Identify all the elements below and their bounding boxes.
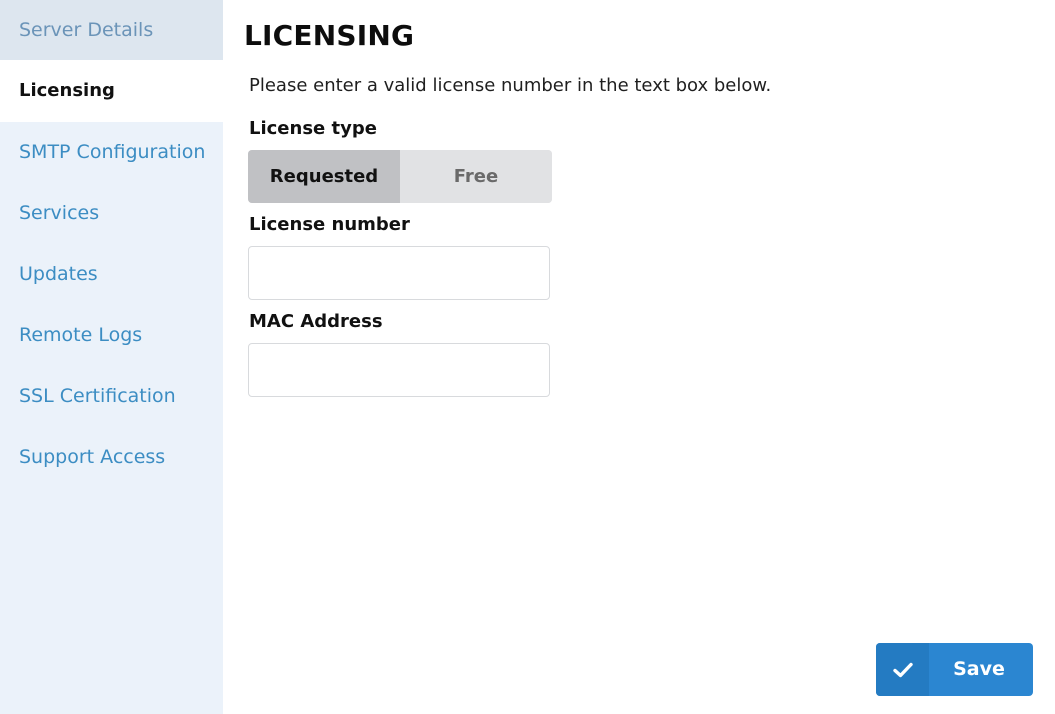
save-button-label: Save <box>953 658 1005 680</box>
sidebar-item-remote-logs[interactable]: Remote Logs <box>0 305 223 366</box>
sidebar-item-updates[interactable]: Updates <box>0 244 223 305</box>
license-number-input[interactable] <box>248 246 550 300</box>
intro-text: Please enter a valid license number in t… <box>249 75 772 96</box>
license-type-option-free[interactable]: Free <box>400 150 552 203</box>
license-number-label: License number <box>249 214 410 235</box>
sidebar-item-services[interactable]: Services <box>0 183 223 244</box>
license-type-option-requested[interactable]: Requested <box>248 150 400 203</box>
license-type-toggle: Requested Free <box>248 150 552 203</box>
sidebar-item-licensing[interactable]: Licensing <box>0 60 223 122</box>
mac-address-input[interactable] <box>248 343 550 397</box>
sidebar-item-ssl-certification[interactable]: SSL Certification <box>0 366 223 427</box>
license-type-label: License type <box>249 118 377 139</box>
sidebar-item-server-details[interactable]: Server Details <box>0 0 223 60</box>
mac-address-label: MAC Address <box>249 311 383 332</box>
sidebar-item-smtp-configuration[interactable]: SMTP Configuration <box>0 122 223 183</box>
sidebar-nav: Server Details Licensing SMTP Configurat… <box>0 0 223 714</box>
save-button[interactable]: Save <box>876 643 1033 696</box>
sidebar-item-support-access[interactable]: Support Access <box>0 427 223 488</box>
app-root: Server Details Licensing SMTP Configurat… <box>0 0 1055 714</box>
checkmark-icon <box>876 643 929 696</box>
page-title: LICENSING <box>244 19 415 52</box>
